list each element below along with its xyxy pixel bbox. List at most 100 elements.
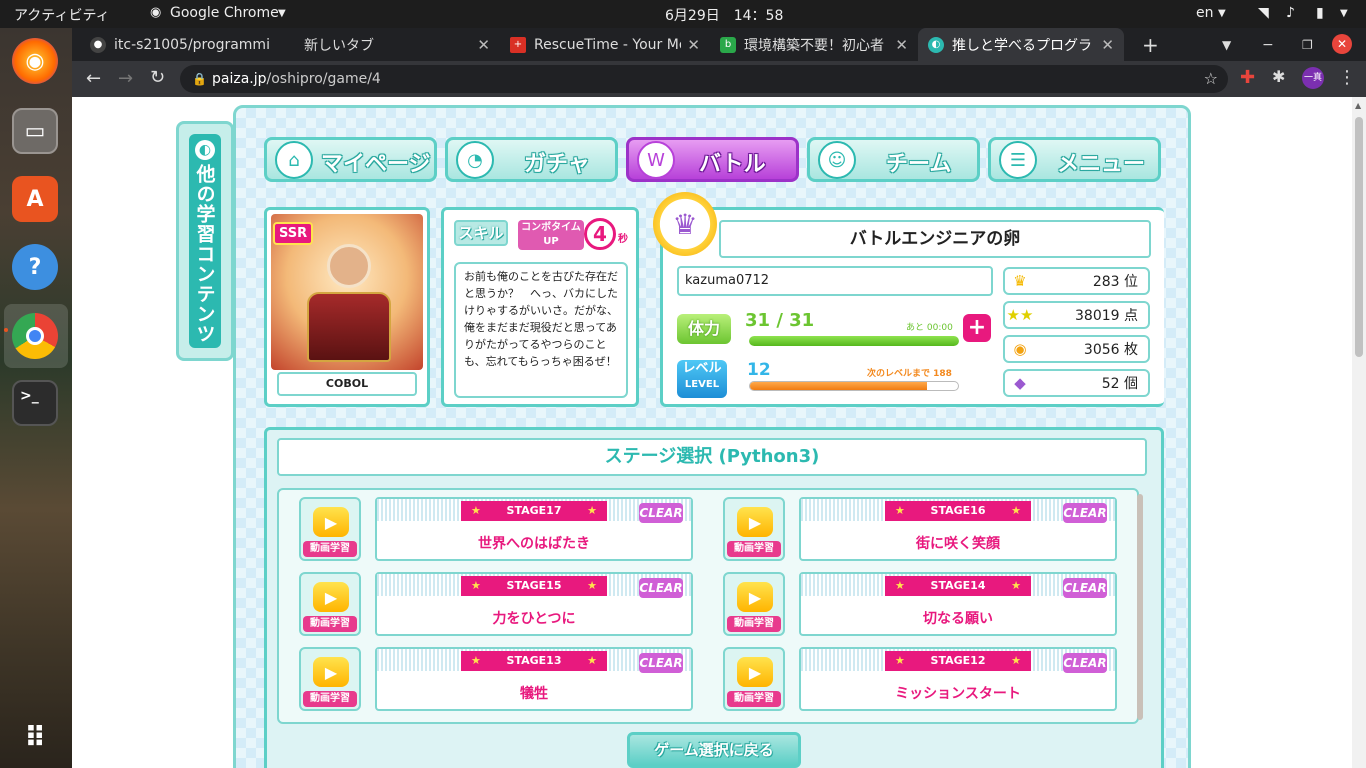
browser-tab[interactable]: + RescueTime - Your Mo ✕ [500,28,710,61]
help-icon[interactable]: ? [12,244,58,290]
close-tab-icon[interactable]: ✕ [477,36,490,54]
stage-select-panel: ステージ選択 (Python3) ▶ 動画学習 STAGE17 CLEAR 世界へのは… [264,427,1164,768]
video-learning-button[interactable]: ▶ 動画学習 [723,647,785,711]
nav-battle-button[interactable]: W バトル [626,137,799,182]
extension-rescuetime-icon[interactable]: ✚ [1240,67,1255,88]
video-learning-button[interactable]: ▶ 動画学習 [299,647,361,711]
activities-button[interactable]: アクティビティ [14,5,110,25]
page-scrollbar-thumb[interactable] [1355,117,1363,357]
level-label: レベル [682,361,722,376]
video-label: 動画学習 [303,691,357,707]
maximize-icon[interactable]: ❐ [1292,28,1322,61]
chrome-menu-icon[interactable]: ⋮ [1338,67,1356,88]
stage-card[interactable]: ▶ 動画学習 STAGE15 CLEAR 力をひとつに [299,572,693,638]
combo-time-badge: コンボタイム UP [518,220,584,250]
minimize-icon[interactable]: − [1252,28,1282,61]
running-indicator [4,328,8,332]
forward-icon[interactable]: → [118,68,133,89]
stage-card[interactable]: ▶ 動画学習 STAGE12 CLEAR ミッションスタート [723,647,1117,713]
video-learning-button[interactable]: ▶ 動画学習 [723,497,785,561]
app-menu[interactable]: Google Chrome [170,5,279,21]
close-tab-icon[interactable]: ✕ [687,36,700,54]
show-apps-icon[interactable]: ⠿ [12,714,58,760]
level-value: 12 [747,360,771,380]
other-content-tab[interactable]: 他の学習コンテンツ ◐ [176,121,234,361]
software-center-icon[interactable]: A [12,176,58,222]
stage-button[interactable]: STAGE14 CLEAR 切なる願い [799,572,1117,636]
close-tab-icon[interactable]: ✕ [1101,36,1114,54]
chrome-app-icon: ◉ [150,5,162,20]
back-to-game-select-button[interactable]: ゲーム選択に戻る [627,732,801,768]
browser-toolbar: ← → ↻ 🔒 paiza.jp/oshipro/game/4 ☆ ✚ ✱ 一真… [72,61,1366,97]
reload-icon[interactable]: ↻ [150,67,165,88]
stage-card[interactable]: ▶ 動画学習 STAGE16 CLEAR 街に咲く笑顔 [723,497,1117,563]
recover-stamina-button[interactable]: + [963,314,991,342]
clear-badge: CLEAR [1063,578,1107,598]
player-title: バトルエンジニアの卵 [719,220,1151,258]
volume-icon[interactable]: ♪ [1286,5,1295,21]
stage-name: 街に咲く笑顔 [916,536,1000,552]
video-learning-button[interactable]: ▶ 動画学習 [723,572,785,636]
battery-icon[interactable]: ▮ [1316,5,1324,21]
combo-time-unit: 秒 [618,234,628,245]
nav-team-button[interactable]: ☺ チーム [807,137,980,182]
new-tab-icon[interactable]: + [1132,28,1162,61]
files-icon[interactable]: ▭ [12,108,58,154]
clear-badge: CLEAR [639,578,683,598]
system-menu-caret-icon[interactable]: ▼ [1340,8,1348,19]
terminal-icon[interactable]: >_ [12,380,58,426]
browser-tab-active[interactable]: ◐ 推しと学べるプログラ ✕ [918,28,1124,61]
clock[interactable]: 6月29日 14：58 [665,5,783,25]
stage-list-scrollbar[interactable] [1137,494,1143,720]
stage-name: 切なる願い [923,611,993,627]
app-menu-caret-icon: ▼ [278,8,286,19]
wifi-icon[interactable]: ◥ [1258,5,1269,21]
close-window-icon[interactable]: ✕ [1332,34,1352,54]
bookmark-star-icon[interactable]: ☆ [1204,65,1218,93]
tab-title: RescueTime - Your Mo [534,36,682,53]
profile-avatar[interactable]: 一真 [1302,67,1324,89]
browser-tab-strip: ● itc-s21005/programmi 新しいタブ ✕ + RescueT… [72,28,1366,61]
tab-title: 推しと学べるプログラ [952,37,1092,54]
stage-button[interactable]: STAGE17 CLEAR 世界へのはばたき [375,497,693,561]
tab-search-icon[interactable]: ▼ [1212,28,1242,61]
stage-select-title: ステージ選択 (Python3) [277,438,1147,476]
extensions-icon[interactable]: ✱ [1272,67,1285,86]
stage-button[interactable]: STAGE12 CLEAR ミッションスタート [799,647,1117,711]
video-label: 動画学習 [727,691,781,707]
browser-tab[interactable]: 新しいタブ ✕ [290,28,500,61]
paiza-logo-icon: ◐ [195,140,215,160]
stage-button[interactable]: STAGE16 CLEAR 街に咲く笑顔 [799,497,1117,561]
username-field: kazuma0712 [677,266,993,296]
firefox-icon[interactable]: ◉ [12,38,58,84]
chrome-icon[interactable] [12,313,58,359]
video-label: 動画学習 [727,616,781,632]
stage-name: ミッションスタート [895,686,1021,702]
nav-mypage-button[interactable]: ⌂ マイページ [264,137,437,182]
stage-number: STAGE14 [885,576,1031,596]
language-indicator[interactable]: en [1196,5,1214,21]
paiza-icon: b [720,36,736,53]
stage-card[interactable]: ▶ 動画学習 STAGE13 CLEAR 犠牲 [299,647,693,713]
page-scrollbar[interactable]: ▲ [1352,97,1366,768]
stage-button[interactable]: STAGE13 CLEAR 犠牲 [375,647,693,711]
nav-gacha-button[interactable]: ◔ ガチャ [445,137,618,182]
browser-tab[interactable]: ● itc-s21005/programmi [80,28,290,61]
nav-menu-button[interactable]: ☰ メニュー [988,137,1161,182]
nav-label: バトル [699,152,766,177]
video-learning-button[interactable]: ▶ 動画学習 [299,572,361,636]
list-icon: ☰ [999,141,1037,179]
address-bar[interactable]: 🔒 paiza.jp/oshipro/game/4 ☆ [180,65,1228,93]
back-icon[interactable]: ← [86,68,101,89]
character-card[interactable]: SSR COBOL [264,207,430,407]
nav-label: チーム [886,152,952,177]
stage-card[interactable]: ▶ 動画学習 STAGE17 CLEAR 世界へのはばたき [299,497,693,563]
stage-card[interactable]: ▶ 動画学習 STAGE14 CLEAR 切なる願い [723,572,1117,638]
stage-number: STAGE17 [461,501,607,521]
scroll-up-icon[interactable]: ▲ [1355,101,1361,110]
video-learning-button[interactable]: ▶ 動画学習 [299,497,361,561]
browser-tab[interactable]: b 環境構築不要！初心者 ✕ [710,28,918,61]
coins-stat: ◉ 3056 枚 [1003,335,1150,363]
close-tab-icon[interactable]: ✕ [895,36,908,54]
stage-button[interactable]: STAGE15 CLEAR 力をひとつに [375,572,693,636]
